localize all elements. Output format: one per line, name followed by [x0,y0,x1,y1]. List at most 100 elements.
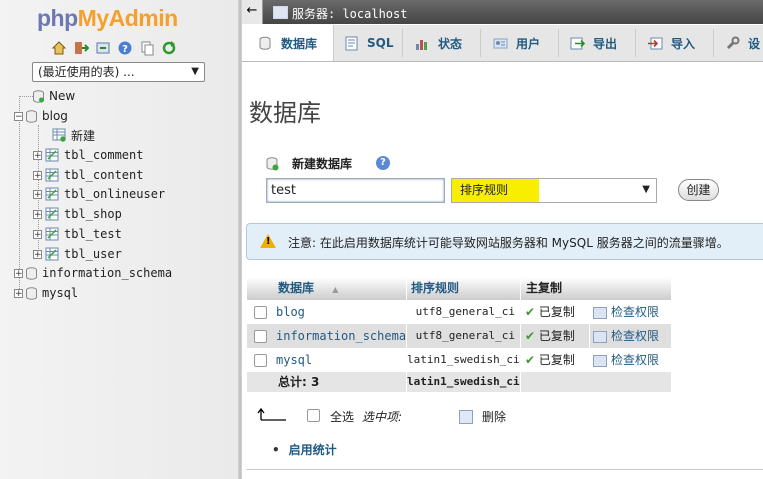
row-checkbox[interactable] [254,330,267,343]
breadcrumb-server[interactable]: 服务器: localhost [292,5,407,22]
table-row: blog utf8_general_ci ✔ 已复制 检查权限 [247,300,671,324]
tree-item-tbl-onlineuser[interactable]: + tbl_onlineuser [33,185,165,203]
divider [246,469,763,470]
tree-item-information-schema[interactable]: + information_schema [14,264,172,282]
collation-select[interactable]: 排序规则 ▼ [451,178,657,203]
header-database[interactable]: 数据库 ▲ [278,277,338,300]
sort-ascending-icon: ▲ [332,285,339,294]
tab-separator [713,29,714,57]
check-privileges-link[interactable]: 检查权限 [593,300,659,324]
export-icon [570,36,586,51]
tab-databases[interactable]: 数据库 [242,25,334,61]
table-icon [45,148,59,162]
home-icon[interactable] [51,40,67,56]
copy-icon[interactable] [139,40,155,56]
tree-item-tbl-comment[interactable]: + tbl_comment [33,146,143,164]
collapse-nav-button[interactable]: ← [242,0,263,24]
import-icon [648,36,663,51]
table-row: mysql latin1_swedish_ci ✔ 已复制 检查权限 [247,348,671,372]
tree-item-tbl-test[interactable]: + tbl_test [33,225,122,243]
table-icon [45,207,59,221]
tab-label: 状态 [438,36,463,51]
check-privileges-link[interactable]: 检查权限 [593,324,659,348]
tab-status[interactable]: 状态 [415,25,462,61]
tab-settings[interactable]: 设 [725,25,760,61]
tree-item-label: information_schema [42,266,173,280]
database-icon [258,36,273,51]
collation-cell: utf8_general_ci [415,305,515,318]
nav-resize-handle[interactable] [238,0,242,479]
recent-tables-select[interactable]: (最近使用的表) ... ▼ [32,62,205,82]
tab-label: 导出 [593,36,618,51]
svg-text:?: ? [122,44,128,55]
server-breadcrumb-bar: ← 服务器: localhost [242,0,763,24]
row-checkbox[interactable] [254,306,267,319]
expand-icon[interactable]: + [33,150,42,160]
reload-icon[interactable] [161,40,177,56]
chevron-down-icon: ▼ [642,184,650,195]
tree-item-tbl-shop[interactable]: + tbl_shop [33,205,122,223]
settings-icon [725,36,740,51]
drop-icon[interactable] [459,410,473,424]
tree-item-label: 新建 [71,128,96,143]
statistics-notice: 注意: 在此启用数据库统计可能导致网站服务器和 MySQL 服务器之间的流量骤增… [246,223,763,260]
nav-icon-bar: ? [51,40,177,56]
warning-icon [260,234,276,248]
server-icon [273,6,288,19]
with-selected-label: 选中项: [362,410,403,424]
sql-icon [344,36,359,51]
page-title: 数据库 [249,99,321,127]
new-database-icon [266,157,279,171]
check-all-label[interactable]: 全选 [330,408,354,425]
tree-item-label: tbl_comment [64,148,144,162]
tree-item-label: blog [42,109,68,123]
tab-users[interactable]: 用户 [493,25,540,61]
database-name-value: test [271,183,296,198]
database-link[interactable]: information_schema [276,324,406,348]
tree-item-label: tbl_test [64,227,122,241]
collation-cell: utf8_general_ci [415,329,515,342]
phpmyadmin-logo[interactable]: phpMyAdmin [37,5,178,32]
expand-icon[interactable]: + [33,209,42,219]
main-tabs: 数据库 SQL 状态 用户 导出 导入 设 [242,25,763,62]
header-collation[interactable]: 排序规则 [411,277,459,300]
column-divider [520,277,521,395]
total-label: 总计: 3 [278,375,320,389]
database-link[interactable]: mysql [276,348,312,372]
enable-statistics-link[interactable]: 启用统计 [272,441,337,458]
logout-icon[interactable] [73,40,90,56]
tree-item-blog-new-table[interactable]: 新建 [52,126,95,144]
check-privileges-link[interactable]: 检查权限 [593,348,659,372]
expand-icon[interactable]: + [33,229,42,239]
expand-icon[interactable]: + [33,189,42,199]
tree-item-new[interactable]: New [33,87,75,105]
privileges-icon [593,354,607,367]
expand-icon[interactable]: + [14,288,23,298]
create-database-button[interactable]: 创建 [678,179,719,201]
tab-sql[interactable]: SQL [344,25,394,61]
users-icon [493,36,508,51]
database-link[interactable]: blog [276,300,305,324]
table-icon [45,187,59,201]
query-window-icon[interactable] [95,40,111,56]
tab-import[interactable]: 导入 [648,25,695,61]
drop-button[interactable]: 删除 [482,408,506,425]
collapse-icon[interactable]: − [14,111,23,121]
tab-label: 设 [748,36,761,51]
expand-icon[interactable]: + [33,170,42,180]
expand-icon[interactable]: + [33,249,42,259]
tab-label: 用户 [516,36,541,51]
tree-item-mysql[interactable]: + mysql [14,284,78,302]
expand-icon[interactable]: + [14,268,23,278]
check-all-checkbox[interactable] [307,409,320,422]
replication-cell: ✔ 已复制 [525,305,575,319]
new-table-icon [52,128,66,142]
tree-item-blog[interactable]: − blog [14,107,68,125]
docs-icon[interactable]: ? [117,40,133,56]
row-checkbox[interactable] [254,354,267,367]
database-name-input[interactable]: test [266,178,445,203]
tree-item-tbl-content[interactable]: + tbl_content [33,166,143,184]
tab-export[interactable]: 导出 [570,25,617,61]
tree-item-tbl-user[interactable]: + tbl_user [33,245,122,263]
help-icon[interactable]: ? [376,156,390,170]
